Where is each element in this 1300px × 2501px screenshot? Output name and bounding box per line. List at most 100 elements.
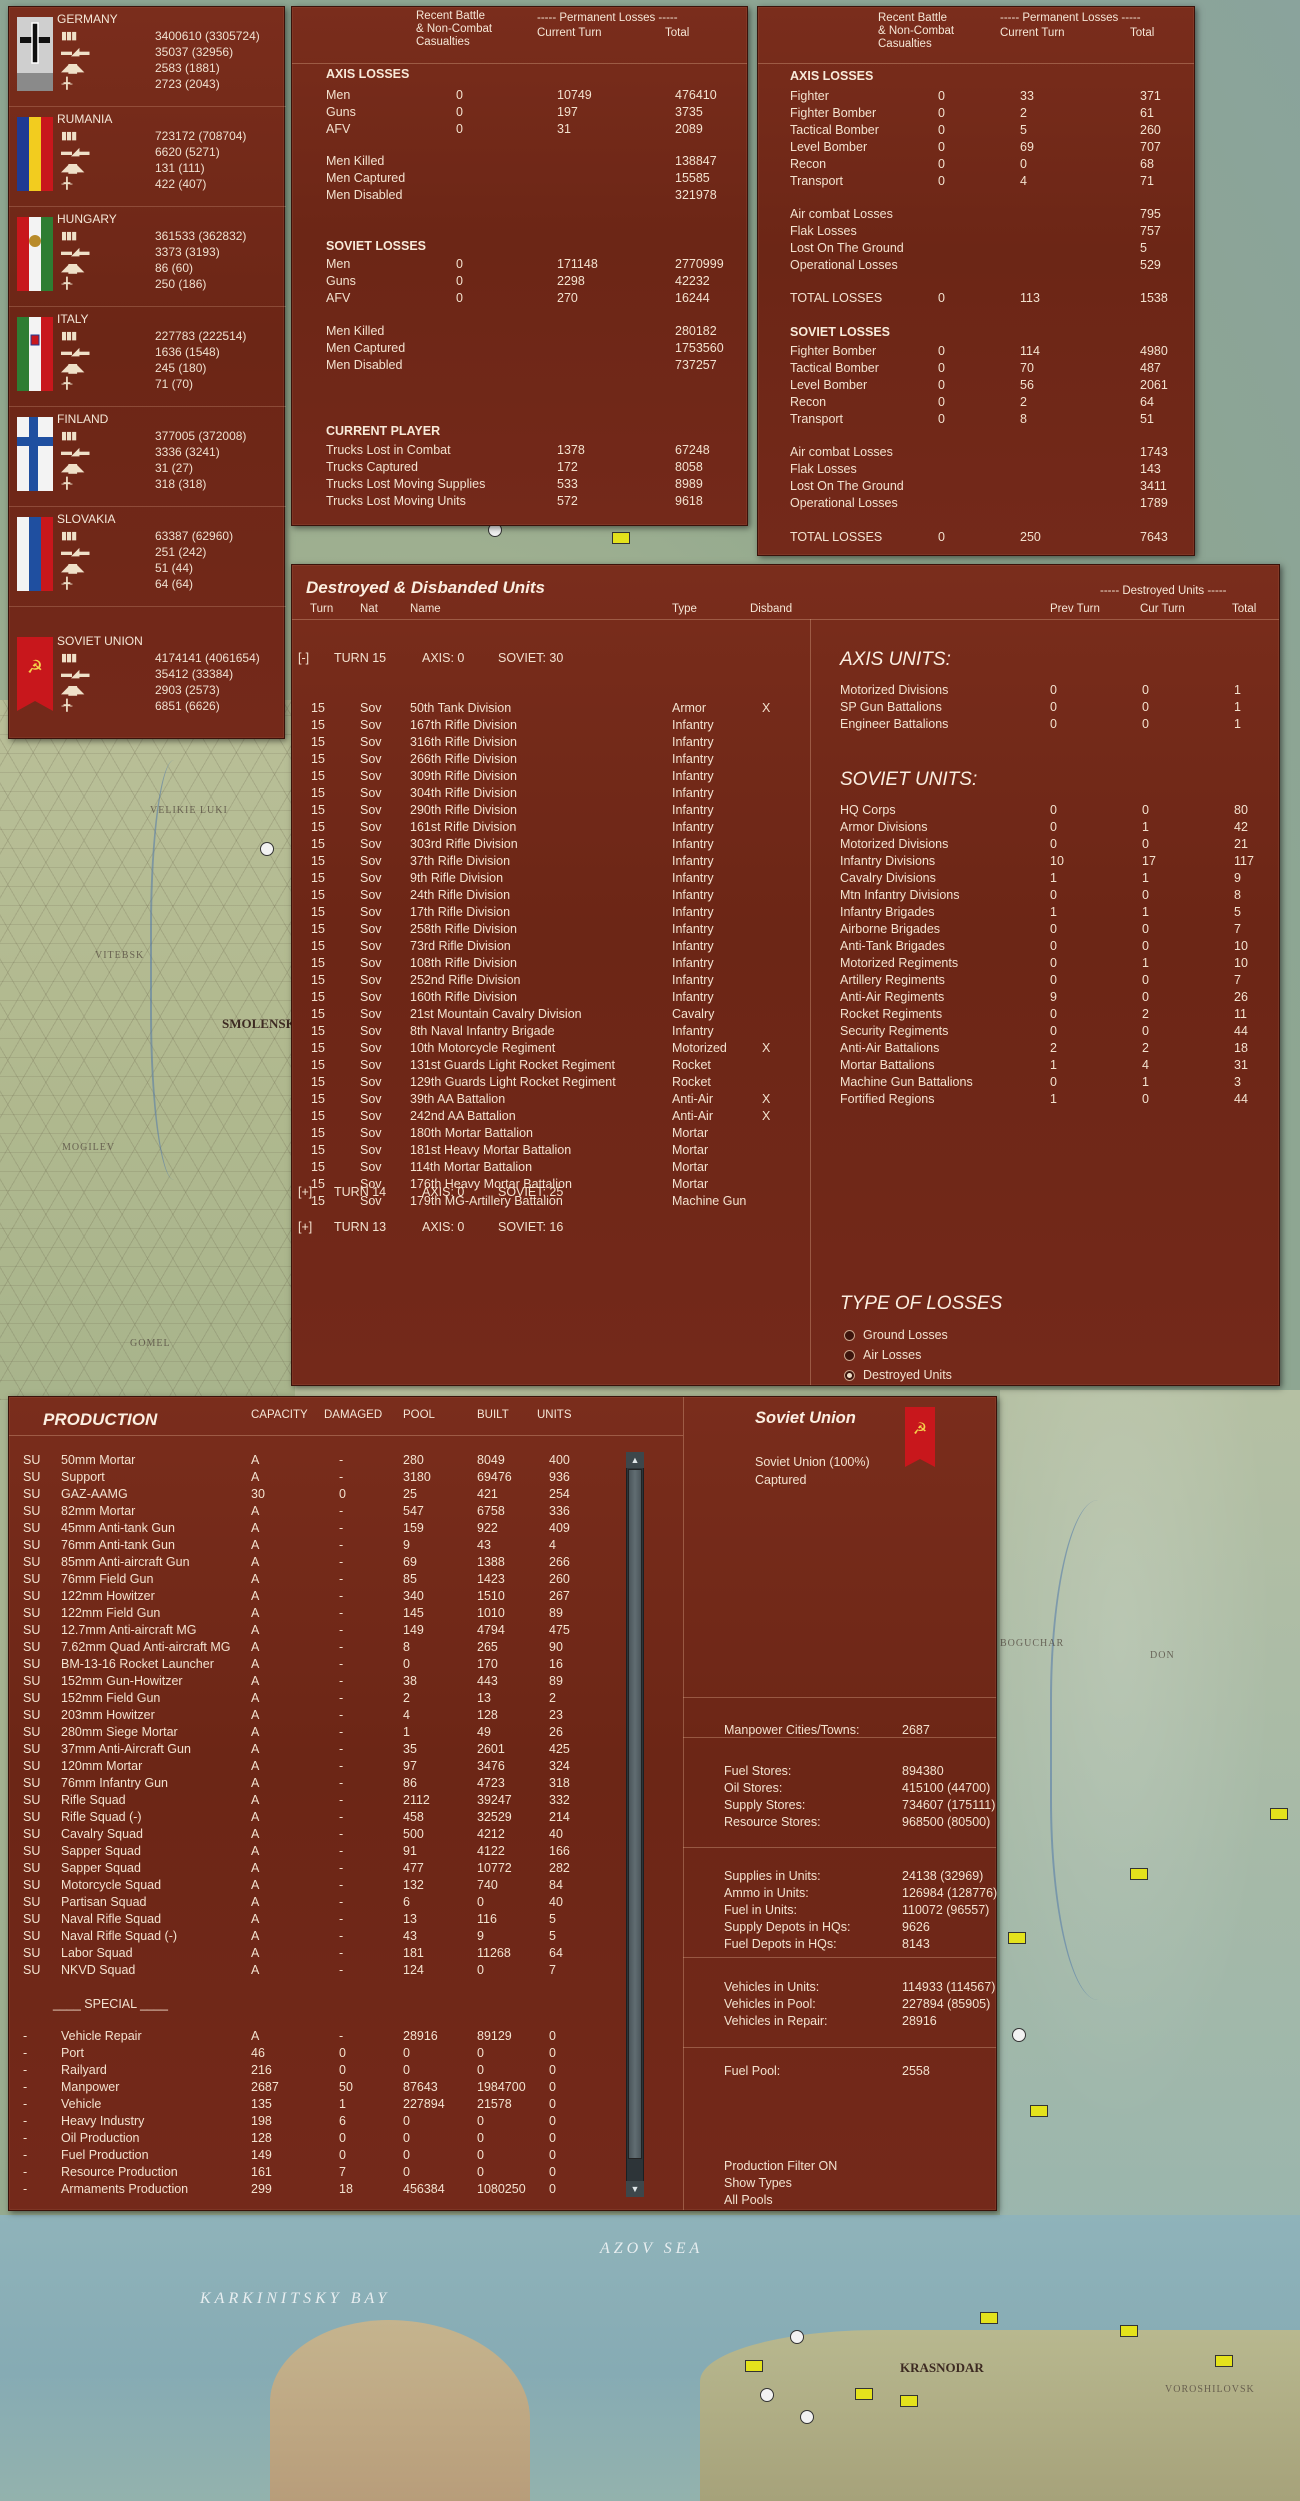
expand-toggle[interactable]: [-]	[298, 651, 309, 665]
loss-type-option[interactable]: Air Losses	[844, 1348, 1024, 1364]
special-item-row[interactable]: - Fuel Production 149 0 0 0 0	[9, 2148, 996, 2165]
map-unit-marker[interactable]	[980, 2312, 998, 2324]
special-item-row[interactable]: - Armaments Production 299 18 456384 1080250 0	[9, 2182, 996, 2199]
prod-nation: SU	[23, 1589, 41, 1603]
destroyed-unit-row[interactable]: 15 Sov 309th Rifle Division Infantry	[292, 769, 1279, 785]
production-item-row[interactable]: SU 37mm Anti-Aircraft Gun A - 35 2601 425	[9, 1742, 996, 1759]
production-filter-option[interactable]: All Pools	[724, 2193, 773, 2207]
col-header-damaged[interactable]: DAMAGED	[324, 1409, 382, 1422]
destroyed-unit-row[interactable]: 15 Sov 266th Rifle Division Infantry	[292, 752, 1279, 768]
ground-soviet-row-cell: 0	[456, 257, 463, 271]
col-header-pool[interactable]: POOL	[403, 1409, 435, 1422]
production-filter-option[interactable]: Show Types	[724, 2176, 792, 2190]
map-unit-marker[interactable]	[745, 2360, 763, 2372]
soviet-unit-summary-row-cell: 1	[1142, 1075, 1149, 1089]
map-unit-marker[interactable]	[1215, 2355, 1233, 2367]
col-header-capacity[interactable]: CAPACITY	[251, 1409, 308, 1422]
air-soviet-row-cell: 487	[1140, 361, 1161, 375]
col-header-type[interactable]: Type	[672, 603, 697, 616]
map-unit-marker[interactable]	[1012, 2028, 1026, 2042]
prod-capacity: A	[251, 1657, 260, 1671]
map-label: Gomel	[130, 1338, 171, 1349]
map-unit-marker[interactable]	[760, 2388, 774, 2402]
prod-nation: -	[23, 2029, 28, 2043]
production-item-row[interactable]: SU Support A - 3180 69476 936	[9, 1470, 996, 1487]
production-item-row[interactable]: SU 76mm Field Gun A - 85 1423 260	[9, 1572, 996, 1589]
map-unit-marker[interactable]	[900, 2395, 918, 2407]
col-header-disband[interactable]: Disband	[750, 603, 792, 616]
prod-item-name: Labor Squad	[61, 1946, 133, 1960]
production-item-row[interactable]: SU 45mm Anti-tank Gun A - 159 922 409	[9, 1521, 996, 1538]
map-unit-marker[interactable]	[1270, 1808, 1288, 1820]
nation-row-hungary[interactable]: HUNGARY ▮▮▮ ▬◢▬ ◢▆◣ -╋- 361533 (362832) 3373 (…	[9, 207, 286, 307]
radio-button[interactable]	[844, 1350, 855, 1361]
production-item-row[interactable]: SU 152mm Field Gun A - 2 13 2	[9, 1691, 996, 1708]
col-header-name[interactable]: Name	[410, 603, 441, 616]
loss-type-option[interactable]: Ground Losses	[844, 1328, 1024, 1344]
production-item-row[interactable]: SU 76mm Anti-tank Gun A - 9 43 4	[9, 1538, 996, 1555]
unit-turn: 15	[311, 1177, 325, 1191]
prod-pool: 181	[403, 1946, 424, 1960]
soviet-unit-summary-row-cell: 9	[1050, 990, 1057, 1004]
production-item-row[interactable]: SU 122mm Field Gun A - 145 1010 89	[9, 1606, 996, 1623]
map-unit-marker[interactable]	[1130, 1868, 1148, 1880]
player-truck-row: Trucks Lost in Combat 1378 67248	[292, 443, 747, 459]
map-unit-marker[interactable]	[790, 2330, 804, 2344]
nation-row-soviet[interactable]: ☭ SOVIET UNION ▮▮▮ ▬◢▬ ◢▆◣ -╋- 4174141 (406165…	[9, 607, 286, 713]
col-header-nat[interactable]: Nat	[360, 603, 378, 616]
nation-row-rumania[interactable]: RUMANIA ▮▮▮ ▬◢▬ ◢▆◣ -╋- 723172 (708704) 6620 (…	[9, 107, 286, 207]
scroll-down-button[interactable]: ▼	[626, 2181, 644, 2197]
production-item-row[interactable]: SU 82mm Mortar A - 547 6758 336	[9, 1504, 996, 1521]
nation-row-slovakia[interactable]: SLOVAKIA ▮▮▮ ▬◢▬ ◢▆◣ -╋- 63387 (62960) 251 (24…	[9, 507, 286, 607]
special-item-row[interactable]: - Vehicle Repair A - 28916 89129 0	[9, 2029, 996, 2046]
scroll-thumb[interactable]	[628, 1469, 642, 2159]
soviet-unit-summary-row-cell: 44	[1234, 1092, 1248, 1106]
special-item-row[interactable]: - Resource Production 161 7 0 0 0	[9, 2165, 996, 2182]
production-item-row[interactable]: SU GAZ-AAMG 30 0 25 421 254	[9, 1487, 996, 1504]
production-item-row[interactable]: SU BM-13-16 Rocket Launcher A - 0 170 16	[9, 1657, 996, 1674]
map-unit-marker[interactable]	[612, 532, 630, 544]
ground-axis-men-row: Men Captured 15585	[292, 171, 747, 187]
production-item-row[interactable]: SU 7.62mm Quad Anti-aircraft MG A - 8 265 90	[9, 1640, 996, 1657]
loss-type-option[interactable]: Destroyed Units	[844, 1368, 1024, 1384]
map-unit-marker[interactable]	[1030, 2105, 1048, 2117]
production-item-row[interactable]: SU 12.7mm Anti-aircraft MG A - 149 4794 475	[9, 1623, 996, 1640]
map-unit-marker[interactable]	[855, 2388, 873, 2400]
special-item-row[interactable]: - Heavy Industry 198 6 0 0 0	[9, 2114, 996, 2131]
expand-toggle[interactable]: [+]	[298, 1185, 312, 1199]
destroyed-unit-row[interactable]: 15 Sov 181st Heavy Mortar Battalion Mortar	[292, 1143, 1279, 1159]
nation-value-afv: 245 (180)	[155, 361, 207, 375]
nation-row-germany[interactable]: GERMANY ▮▮▮ ▬◢▬ ◢▆◣ -╋- 3400610 (3305724) 3503…	[9, 7, 286, 107]
production-scrollbar[interactable]: ▲ ▼	[626, 1452, 644, 2197]
production-filter-option[interactable]: Production Filter ON	[724, 2159, 837, 2173]
col-header-turn[interactable]: Turn	[310, 603, 333, 616]
nation-row-finland[interactable]: FINLAND ▮▮▮ ▬◢▬ ◢▆◣ -╋- 377005 (372008) 3336 (…	[9, 407, 286, 507]
special-item-row[interactable]: - Oil Production 128 0 0 0 0	[9, 2131, 996, 2148]
special-item-row[interactable]: - Manpower 2687 50 87643 1984700 0	[9, 2080, 996, 2097]
map-unit-marker[interactable]	[800, 2410, 814, 2424]
destroyed-unit-row[interactable]: 15 Sov 114th Mortar Battalion Mortar	[292, 1160, 1279, 1176]
production-item-row[interactable]: SU 85mm Anti-aircraft Gun A - 69 1388 266	[9, 1555, 996, 1572]
radio-button[interactable]	[844, 1330, 855, 1341]
destroyed-unit-row[interactable]: 15 Sov 304th Rifle Division Infantry	[292, 786, 1279, 802]
map-unit-marker[interactable]	[1120, 2325, 1138, 2337]
destroyed-unit-row[interactable]: 15 Sov 242nd AA Battalion Anti-Air X	[292, 1109, 1279, 1125]
production-item-row[interactable]: SU 122mm Howitzer A - 340 1510 267	[9, 1589, 996, 1606]
prod-units: 936	[549, 1470, 570, 1484]
radio-button[interactable]	[844, 1370, 855, 1381]
scroll-up-button[interactable]: ▲	[626, 1452, 644, 1468]
special-item-row[interactable]: - Port 46 0 0 0 0	[9, 2046, 996, 2063]
map-unit-marker[interactable]	[1008, 1932, 1026, 1944]
production-item-row[interactable]: SU NKVD Squad A - 124 0 7	[9, 1963, 996, 1980]
expand-toggle[interactable]: [+]	[298, 1220, 312, 1234]
destroyed-unit-row[interactable]: 15 Sov 316th Rifle Division Infantry	[292, 735, 1279, 751]
col-header-units[interactable]: UNITS	[537, 1409, 572, 1422]
map-unit-marker[interactable]	[260, 842, 274, 856]
destroyed-unit-row[interactable]: 15 Sov 180th Mortar Battalion Mortar	[292, 1126, 1279, 1142]
unit-name: 304th Rifle Division	[410, 786, 517, 800]
col-header-built[interactable]: BUILT	[477, 1409, 509, 1422]
production-item-row[interactable]: SU 152mm Gun-Howitzer A - 38 443 89	[9, 1674, 996, 1691]
special-item-row[interactable]: - Vehicle 135 1 227894 21578 0	[9, 2097, 996, 2114]
nation-row-italy[interactable]: ITALY ▮▮▮ ▬◢▬ ◢▆◣ -╋- 227783 (222514) 1636 (15…	[9, 307, 286, 407]
soviet-unit-summary-row: Machine Gun Battalions 0 1 3	[292, 1075, 1279, 1091]
